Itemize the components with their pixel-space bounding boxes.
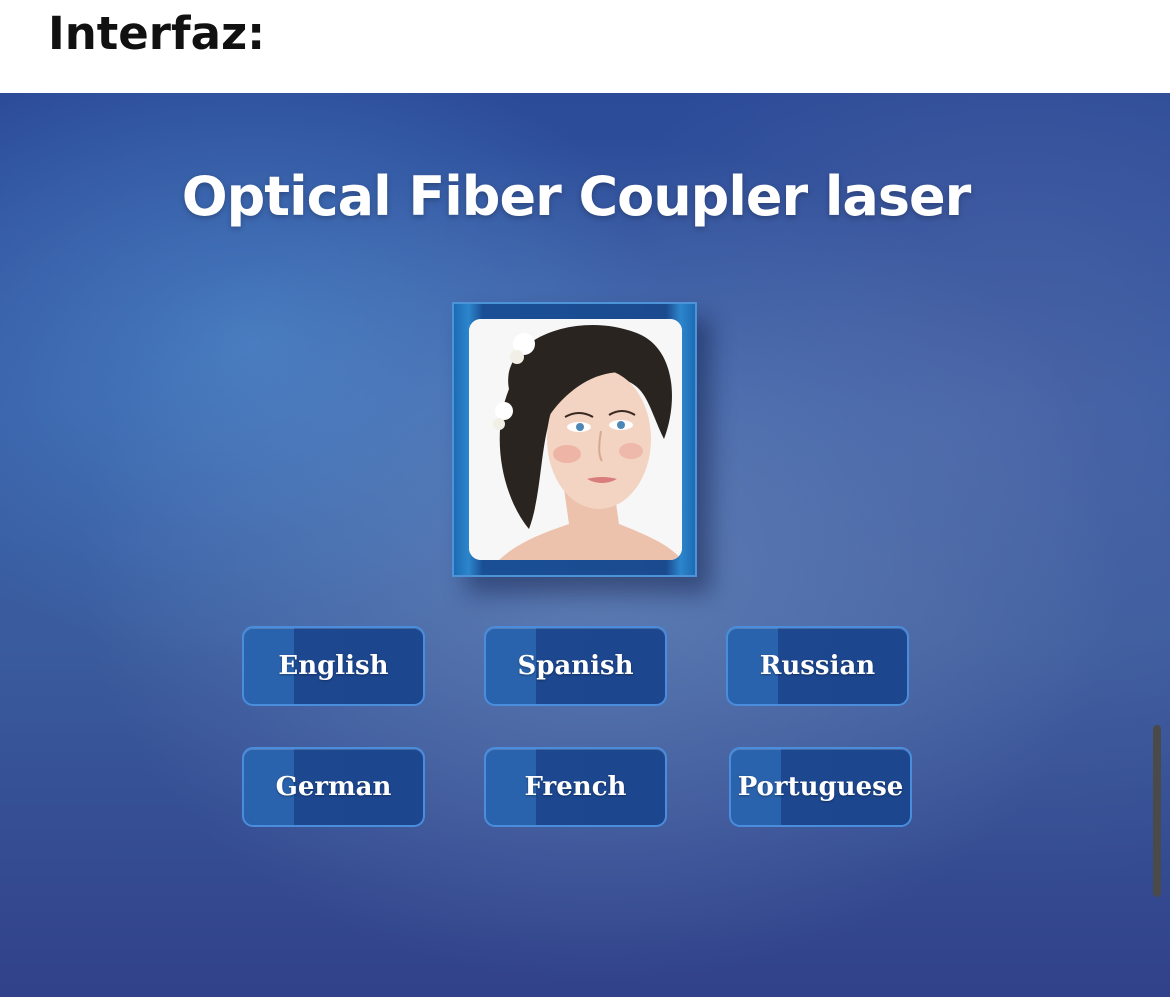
- page-scrollbar[interactable]: [1153, 725, 1161, 897]
- portrait-image: [469, 319, 682, 560]
- language-button-label: Spanish: [517, 651, 634, 681]
- app-screen: Optical Fiber Coupler laser English Span…: [0, 93, 1170, 997]
- portrait-frame: [452, 302, 697, 577]
- language-button-portuguese[interactable]: Portuguese: [729, 747, 912, 827]
- language-button-label: Portuguese: [737, 772, 904, 802]
- language-button-russian[interactable]: Russian: [726, 626, 909, 706]
- language-button-label: French: [524, 772, 627, 802]
- language-button-label: English: [278, 651, 389, 681]
- app-title: Optical Fiber Coupler laser: [181, 165, 971, 228]
- language-button-german[interactable]: German: [242, 747, 425, 827]
- language-button-english[interactable]: English: [242, 626, 425, 706]
- page: Interfaz: Optical Fiber Coupler laser En…: [0, 0, 1170, 997]
- page-heading: Interfaz:: [48, 7, 266, 60]
- language-button-spanish[interactable]: Spanish: [484, 626, 667, 706]
- language-button-label: Russian: [759, 651, 876, 681]
- language-button-french[interactable]: French: [484, 747, 667, 827]
- language-button-label: German: [275, 772, 392, 802]
